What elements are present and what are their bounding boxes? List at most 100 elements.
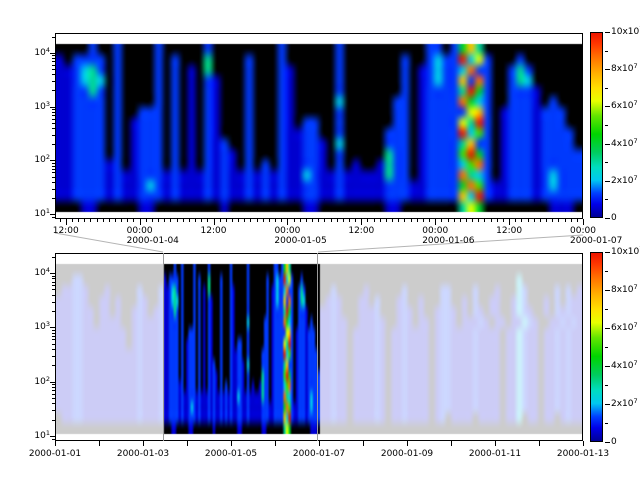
axis-tick [306, 219, 307, 222]
axis-tick [605, 88, 608, 89]
axis-tick [404, 219, 405, 222]
spectrogram-panel-top[interactable] [55, 33, 583, 219]
axis-tick [605, 442, 610, 443]
axis-tick [540, 219, 541, 222]
colorbar-tick-label: 6x107 [611, 101, 638, 111]
axis-tick [177, 219, 178, 222]
axis-tick [605, 218, 610, 219]
axis-tick [515, 219, 516, 222]
x-tick-label-time: 00:00 [267, 226, 307, 236]
axis-tick [583, 441, 584, 446]
axis-tick [60, 219, 61, 222]
colorbar-tick-label: 6x107 [611, 323, 638, 333]
axis-tick [103, 219, 104, 222]
axis-tick [605, 181, 610, 182]
axis-tick [466, 219, 467, 222]
axis-tick [605, 423, 608, 424]
x-tick-label-date: 2000-01-05 [274, 236, 326, 246]
colorbar-tick-label: 2x107 [611, 176, 638, 186]
x-tick-label-time: 12:00 [46, 226, 86, 236]
axis-tick [605, 366, 610, 367]
axis-tick [571, 219, 572, 222]
axis-tick [170, 219, 171, 222]
axis-tick [164, 219, 165, 222]
colorbar-tick-label: 0 [611, 437, 617, 447]
y-tick-label: 103 [24, 322, 50, 332]
axis-tick [605, 32, 610, 33]
x-tick-label-date: 2000-01-09 [377, 449, 437, 459]
axis-tick [140, 219, 141, 225]
colorbar-tick-label: 4x107 [611, 139, 638, 149]
spectrogram-panel-bottom[interactable] [55, 253, 583, 441]
axis-tick [605, 51, 608, 52]
axis-tick [343, 219, 344, 222]
colorbar-tick-label: 4x107 [611, 361, 638, 371]
axis-tick [558, 219, 559, 222]
x-tick-label-date: 2000-01-05 [201, 449, 261, 459]
axis-tick [429, 219, 430, 222]
axis-tick [380, 219, 381, 222]
axis-tick [84, 219, 85, 222]
axis-tick [392, 219, 393, 222]
axis-tick [552, 219, 553, 222]
axis-tick [263, 219, 264, 222]
colorbar-bottom [590, 252, 603, 442]
axis-tick [287, 219, 288, 225]
axis-tick [187, 441, 188, 446]
axis-tick [214, 219, 215, 225]
axis-tick [435, 219, 436, 225]
axis-tick [583, 219, 584, 225]
y-tick-label: 103 [24, 102, 50, 112]
x-tick-label-date: 2000-01-04 [127, 236, 179, 246]
axis-tick [577, 219, 578, 222]
axis-tick [363, 441, 364, 446]
axis-tick [605, 162, 608, 163]
axis-tick [337, 219, 338, 222]
axis-tick [90, 219, 91, 222]
x-tick-label-date: 2000-01-07 [570, 236, 622, 246]
axis-tick [497, 219, 498, 222]
axis-tick [226, 219, 227, 222]
colorbar-tick-label: 0 [611, 213, 617, 223]
axis-tick [231, 441, 232, 446]
axis-tick [201, 219, 202, 222]
spectrogram-bottom-canvas[interactable] [56, 254, 582, 440]
axis-tick [250, 219, 251, 222]
axis-tick [319, 441, 320, 446]
axis-tick [386, 219, 387, 222]
axis-tick [605, 69, 610, 70]
axis-tick [605, 144, 610, 145]
axis-tick [257, 219, 258, 222]
axis-tick [605, 404, 610, 405]
axis-tick [232, 219, 233, 222]
axis-tick [605, 252, 610, 253]
axis-tick [355, 219, 356, 222]
axis-tick [78, 219, 79, 222]
axis-tick [539, 441, 540, 446]
axis-tick [244, 219, 245, 222]
axis-tick [238, 219, 239, 222]
axis-tick [207, 219, 208, 222]
axis-tick [72, 219, 73, 222]
y-tick-label: 102 [24, 377, 50, 387]
axis-tick [121, 219, 122, 222]
x-tick-label-date: 2000-01-06 [422, 236, 474, 246]
axis-tick [143, 441, 144, 446]
spectrogram-top-canvas[interactable] [56, 34, 582, 218]
x-tick-label-date: 2000-01-11 [465, 449, 525, 459]
axis-tick [605, 328, 610, 329]
axis-tick [605, 290, 610, 291]
axis-tick [324, 219, 325, 222]
axis-tick [423, 219, 424, 222]
x-tick-label-date: 2000-01-03 [113, 449, 173, 459]
axis-tick [152, 219, 153, 222]
colorbar-tick-label: 2x107 [611, 399, 638, 409]
y-tick-label: 104 [24, 48, 50, 58]
axis-tick [374, 219, 375, 222]
axis-tick [441, 219, 442, 222]
axis-tick [97, 219, 98, 222]
axis-tick [300, 219, 301, 222]
axis-tick [605, 125, 608, 126]
axis-tick [417, 219, 418, 222]
zoom-selection-box[interactable] [163, 253, 318, 441]
